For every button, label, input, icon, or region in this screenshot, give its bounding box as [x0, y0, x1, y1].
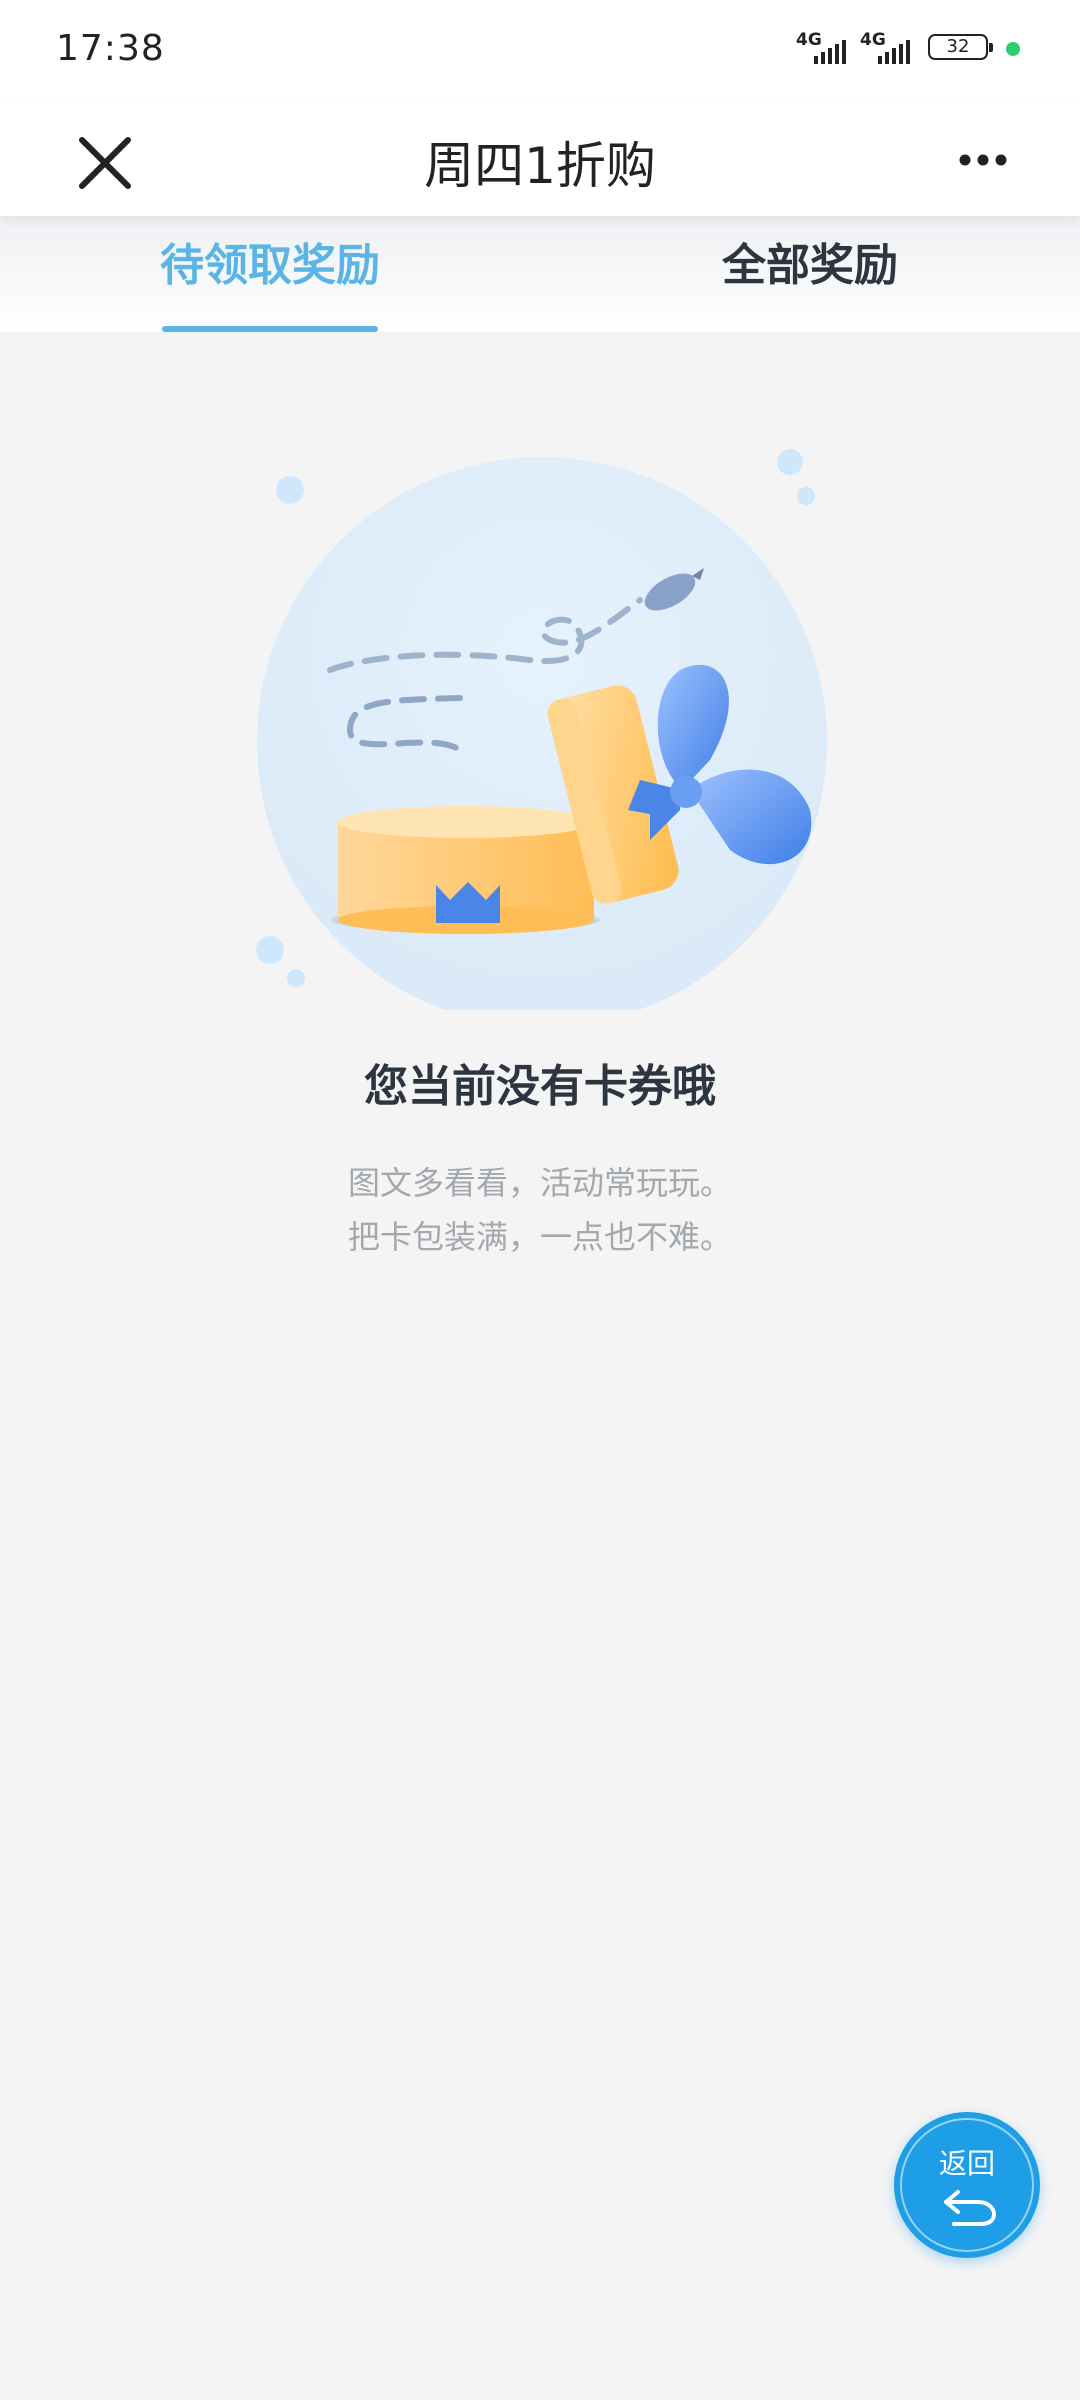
status-bar: 17:38 4G 4G 32	[0, 0, 1080, 100]
close-button[interactable]	[60, 118, 150, 208]
signal-icon-sim2: 4G	[860, 30, 918, 66]
empty-state-subtitle-line2: 把卡包装满，一点也不难。	[347, 1218, 732, 1256]
page-title: 周四1折购	[424, 137, 656, 195]
privacy-indicator-dot	[1006, 42, 1020, 56]
close-icon	[79, 137, 131, 189]
active-tab-indicator	[162, 326, 378, 332]
more-icon	[959, 154, 1007, 166]
more-button[interactable]	[940, 130, 1030, 190]
signal-icon-sim1: 4G	[796, 30, 854, 66]
battery-icon: 32	[928, 34, 993, 60]
return-arrow-icon	[944, 2190, 997, 2226]
back-button[interactable]: 返回	[894, 2112, 1040, 2258]
tab-all-rewards[interactable]: 全部奖励	[700, 236, 920, 316]
navbar: 周四1折购	[0, 100, 1080, 216]
tab-pending-rewards[interactable]: 待领取奖励	[160, 236, 380, 316]
empty-state-subtitle-line1: 图文多看看，活动常玩玩。	[347, 1164, 732, 1202]
back-button-label: 返回	[938, 2147, 995, 2180]
status-time: 17:38	[56, 28, 165, 69]
gift-box-illustration	[230, 430, 850, 1027]
reward-tabs: 待领取奖励 全部奖励	[0, 216, 1080, 332]
empty-state-title: 您当前没有卡券哦	[364, 1061, 716, 1112]
